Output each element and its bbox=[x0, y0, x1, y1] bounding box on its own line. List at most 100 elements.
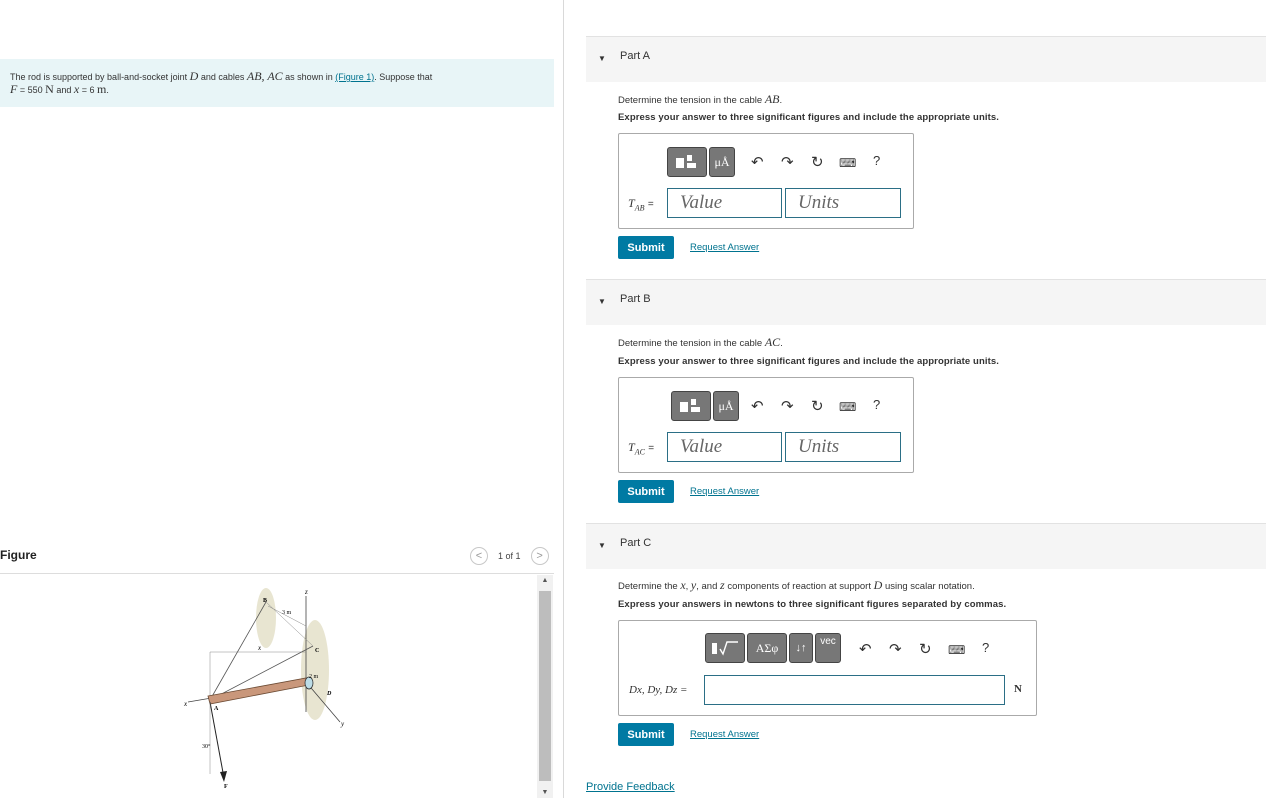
cables-var: AB, AC bbox=[246, 69, 283, 83]
part-c-answer-label: Dx, Dy, Dz = bbox=[629, 684, 688, 696]
part-a-title: Part A bbox=[620, 50, 650, 62]
undo-icon[interactable]: ↶ bbox=[751, 397, 764, 415]
next-figure-button[interactable]: > bbox=[530, 547, 549, 565]
part-c-var-z: z bbox=[720, 578, 725, 592]
rod bbox=[207, 677, 310, 705]
chevron-right-icon: > bbox=[536, 550, 543, 562]
arrows-button[interactable]: ↓↑ bbox=[789, 633, 813, 663]
and-text: and bbox=[56, 85, 72, 95]
part-b-question-var: AC bbox=[764, 335, 781, 349]
templates-button[interactable] bbox=[671, 391, 711, 421]
label-d: D bbox=[326, 691, 332, 697]
reset-icon[interactable]: ↻ bbox=[919, 640, 932, 658]
part-a-header[interactable]: ▼ Part A bbox=[586, 36, 1266, 82]
template-icon bbox=[680, 399, 700, 412]
part-c-title: Part C bbox=[620, 537, 652, 549]
part-c-question: Determine the x, y, and z components of … bbox=[618, 578, 975, 592]
part-a-units-input[interactable]: Units bbox=[785, 188, 901, 218]
figure-title: Figure bbox=[0, 548, 37, 562]
part-a-question: Determine the tension in the cable AB. bbox=[618, 92, 783, 106]
figure-scrollbar[interactable]: ▲ ▼ bbox=[537, 575, 553, 798]
x-var: x bbox=[73, 82, 80, 96]
part-b-instruction: Express your answer to three significant… bbox=[618, 356, 999, 367]
label-b: B bbox=[263, 598, 267, 604]
part-a-question-var: AB bbox=[764, 92, 780, 106]
part-b-value-input[interactable]: Value bbox=[667, 432, 782, 462]
figure-count: 1 of 1 bbox=[498, 551, 521, 561]
reset-icon[interactable]: ↻ bbox=[811, 397, 824, 415]
prev-figure-button[interactable]: < bbox=[470, 547, 488, 565]
part-c-question-end: using scalar notation. bbox=[884, 581, 975, 592]
part-a-answer-label: TAB = bbox=[628, 196, 654, 213]
provide-feedback-link[interactable]: Provide Feedback bbox=[586, 781, 675, 793]
templates-button[interactable] bbox=[667, 147, 707, 177]
vector-button[interactable]: vec bbox=[815, 633, 841, 663]
f-value: = 550 bbox=[19, 85, 43, 95]
help-icon[interactable]: ? bbox=[873, 153, 880, 168]
figure-image: B C D A F x y z x 3 m 2 m 30° bbox=[183, 588, 345, 790]
sqrt-icon bbox=[712, 641, 738, 656]
x-unit: m bbox=[97, 82, 107, 96]
force-line bbox=[209, 701, 225, 779]
label-angle: 30° bbox=[202, 743, 211, 750]
redo-icon[interactable]: ↷ bbox=[889, 640, 902, 658]
part-a-submit-button[interactable]: Submit bbox=[618, 236, 674, 259]
redo-icon[interactable]: ↷ bbox=[781, 153, 794, 171]
keyboard-icon[interactable]: ⌨ bbox=[948, 643, 965, 657]
label-x-axis: x bbox=[183, 700, 188, 708]
part-a-question-text: Determine the tension in the cable bbox=[618, 95, 763, 106]
scroll-thumb[interactable] bbox=[539, 591, 551, 781]
caret-down-icon: ▼ bbox=[598, 54, 606, 63]
caret-down-icon: ▼ bbox=[598, 297, 606, 306]
greek-symbols-button[interactable]: ΑΣφ bbox=[747, 633, 787, 663]
figure-link[interactable]: (Figure 1) bbox=[335, 72, 374, 82]
undo-icon[interactable]: ↶ bbox=[751, 153, 764, 171]
part-b-title: Part B bbox=[620, 293, 651, 305]
f-var: F bbox=[10, 82, 18, 96]
label-z-axis: z bbox=[304, 588, 308, 596]
figure-nav: < 1 of 1 > bbox=[470, 547, 549, 565]
chevron-left-icon: < bbox=[475, 550, 483, 562]
reset-icon[interactable]: ↻ bbox=[811, 153, 824, 171]
intro-text: The rod is supported by ball-and-socket … bbox=[10, 72, 188, 82]
part-c-and: , and bbox=[696, 581, 718, 592]
x-value: = 6 bbox=[81, 85, 95, 95]
label-3m: 3 m bbox=[282, 610, 292, 616]
part-c-header[interactable]: ▼ Part C bbox=[586, 523, 1266, 569]
part-b-toolbar: μÅ bbox=[671, 391, 741, 421]
part-a-request-answer-link[interactable]: Request Answer bbox=[690, 242, 759, 253]
part-b-answer-label: TAC = bbox=[628, 440, 655, 457]
undo-icon[interactable]: ↶ bbox=[859, 640, 872, 658]
help-icon[interactable]: ? bbox=[873, 397, 880, 412]
keyboard-icon[interactable]: ⌨ bbox=[839, 400, 856, 414]
label-f: F bbox=[224, 784, 228, 790]
label-y-axis: y bbox=[340, 720, 345, 728]
part-b-question: Determine the tension in the cable AC. bbox=[618, 335, 783, 349]
part-b-submit-button[interactable]: Submit bbox=[618, 480, 674, 503]
part-c-instruction: Express your answers in newtons to three… bbox=[618, 599, 1007, 610]
units-symbol-button[interactable]: μÅ bbox=[709, 147, 735, 177]
part-b-header[interactable]: ▼ Part B bbox=[586, 279, 1266, 325]
part-a-value-input[interactable]: Value bbox=[667, 188, 782, 218]
caret-down-icon: ▼ bbox=[598, 541, 606, 550]
redo-icon[interactable]: ↷ bbox=[781, 397, 794, 415]
part-c-toolbar: ΑΣφ ↓↑ vec bbox=[705, 633, 843, 663]
part-a-toolbar: μÅ bbox=[667, 147, 737, 177]
part-c-answer-input[interactable] bbox=[704, 675, 1005, 705]
label-x-dim: x bbox=[257, 644, 262, 652]
units-symbol-button[interactable]: μÅ bbox=[713, 391, 739, 421]
keyboard-icon[interactable]: ⌨ bbox=[839, 156, 856, 170]
sqrt-template-button[interactable] bbox=[705, 633, 745, 663]
template-icon bbox=[676, 155, 696, 168]
part-b-request-answer-link[interactable]: Request Answer bbox=[690, 486, 759, 497]
part-c-submit-button[interactable]: Submit bbox=[618, 723, 674, 746]
part-c-request-answer-link[interactable]: Request Answer bbox=[690, 729, 759, 740]
scroll-down-icon[interactable]: ▼ bbox=[540, 789, 550, 796]
part-c-question-post: components of reaction at support bbox=[727, 581, 871, 592]
part-b-units-input[interactable]: Units bbox=[785, 432, 901, 462]
part-c-answer-box: ΑΣφ ↓↑ vec ↶ ↷ ↻ ⌨ ? Dx, Dy, Dz = N bbox=[618, 620, 1037, 716]
shown-text: as shown in bbox=[285, 72, 333, 82]
help-icon[interactable]: ? bbox=[982, 640, 989, 655]
scroll-up-icon[interactable]: ▲ bbox=[540, 577, 550, 584]
label-a: A bbox=[214, 706, 219, 712]
